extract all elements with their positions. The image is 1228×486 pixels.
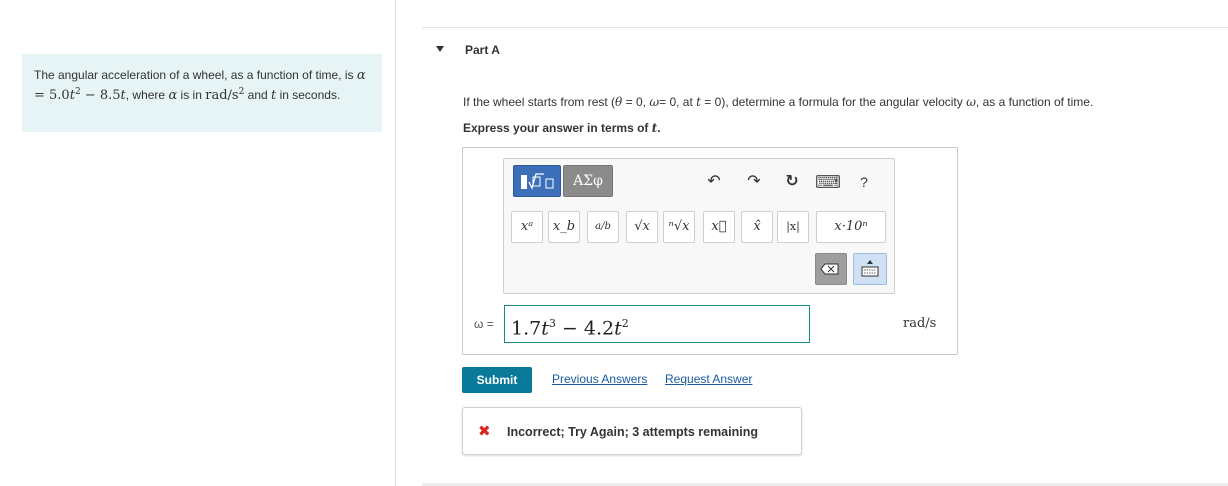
answer-units: rad/s <box>903 316 937 331</box>
alpha-symbol: α <box>356 68 366 83</box>
previous-answers-link[interactable]: Previous Answers <box>552 372 647 386</box>
backspace-icon <box>820 263 839 275</box>
problem-text: and <box>244 88 272 102</box>
keyboard-toggle-button[interactable] <box>853 253 887 285</box>
subscript-button[interactable]: x_b <box>548 211 580 243</box>
unit-vector-button[interactable]: x̂ <box>741 211 773 243</box>
problem-text: is in <box>177 88 206 102</box>
help-icon[interactable]: ? <box>856 172 872 192</box>
vector-button[interactable]: x⃗ <box>703 211 735 243</box>
problem-statement: The angular acceleration of a wheel, as … <box>22 54 382 132</box>
feedback-box: ✖ Incorrect; Try Again; 3 attempts remai… <box>462 407 802 455</box>
answer-input[interactable]: 1.7t3 − 4.2t2 <box>504 305 810 343</box>
keyboard-icon <box>861 260 879 277</box>
part-top-border <box>422 27 1228 28</box>
superscript-button[interactable]: xᵃ <box>511 211 543 243</box>
nth-root-button[interactable]: ⁿ√x <box>663 211 695 243</box>
fraction-button[interactable]: a/b <box>587 211 619 243</box>
eq-coef2: − 8.5 <box>80 88 121 103</box>
problem-text: The angular acceleration of a wheel, as … <box>34 68 357 82</box>
problem-text: in seconds. <box>276 88 341 102</box>
greek-symbols-button[interactable]: ΑΣφ <box>563 165 613 197</box>
submit-button[interactable]: Submit <box>462 367 532 393</box>
alpha-symbol: α <box>168 88 178 103</box>
unit: rad/s <box>205 88 239 103</box>
question-text: If the wheel starts from rest (θ = 0, ω=… <box>463 95 1094 109</box>
scientific-notation-button[interactable]: x·10ⁿ <box>816 211 886 243</box>
express-instruction: Express your answer in terms of t. <box>463 121 661 135</box>
absolute-value-button[interactable]: |x| <box>777 211 809 243</box>
feedback-text: Incorrect; Try Again; 3 attempts remaini… <box>507 425 758 439</box>
redo-icon[interactable]: ↷ <box>744 172 764 192</box>
eq-coef: = 5.0 <box>34 88 70 103</box>
templates-icon <box>521 173 554 190</box>
column-divider <box>395 0 396 486</box>
undo-icon[interactable]: ↶ <box>704 172 724 192</box>
templates-button[interactable] <box>513 165 561 197</box>
delete-button[interactable] <box>815 253 847 285</box>
keyboard-shortcuts-icon[interactable]: ⌨ <box>815 172 841 192</box>
collapse-caret-icon[interactable] <box>436 46 444 52</box>
sqrt-button[interactable]: √x <box>626 211 658 243</box>
request-answer-link[interactable]: Request Answer <box>665 372 752 386</box>
problem-text: , where <box>125 88 169 102</box>
part-title[interactable]: Part A <box>465 43 500 57</box>
incorrect-icon: ✖ <box>478 423 491 440</box>
reset-icon[interactable]: ↻ <box>782 172 802 192</box>
answer-label: ω = <box>474 317 494 331</box>
